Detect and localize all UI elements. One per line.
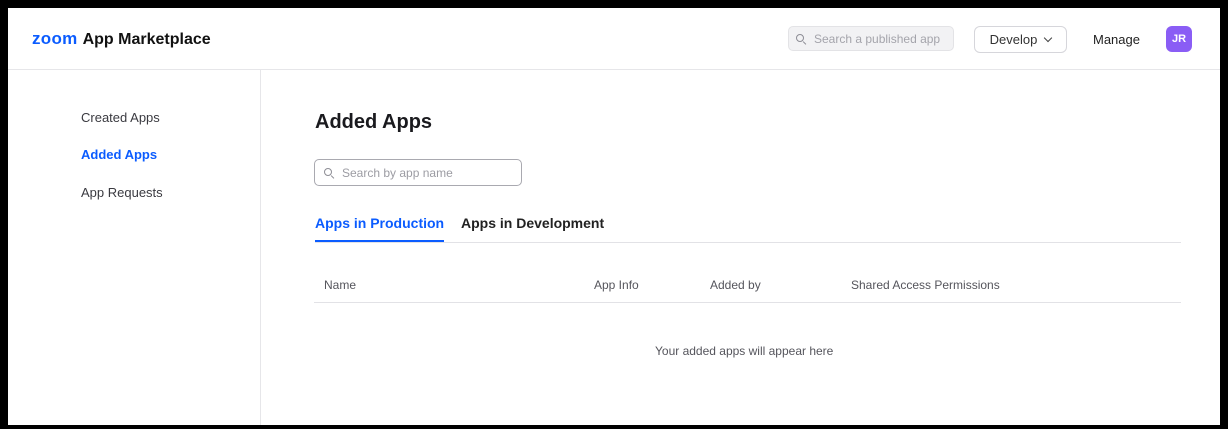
column-header-app-info: App Info (594, 278, 639, 292)
page-title: Added Apps (315, 111, 433, 133)
top-navigation-bar: zoom App Marketplace Develop Manage JR (8, 8, 1220, 70)
published-app-search-input[interactable] (812, 30, 953, 47)
app-name-search-input[interactable] (340, 164, 521, 181)
empty-state-message: Your added apps will appear here (655, 344, 834, 358)
app-window: zoom App Marketplace Develop Manage JR C… (8, 8, 1220, 425)
sidebar-item-app-requests[interactable]: App Requests (81, 185, 163, 200)
main-content: Added Apps Apps in Production Apps in De… (261, 70, 1220, 425)
avatar[interactable]: JR (1166, 26, 1192, 52)
search-icon (324, 167, 334, 178)
develop-button-label: Develop (989, 32, 1038, 47)
sidebar-item-added-apps[interactable]: Added Apps (81, 147, 157, 162)
table-header: Name App Info Added by Shared Access Per… (314, 266, 1181, 303)
manage-link[interactable]: Manage (1093, 32, 1140, 47)
column-header-name: Name (324, 278, 357, 292)
zoom-logo: zoom (32, 29, 78, 48)
sidebar-item-created-apps[interactable]: Created Apps (81, 110, 160, 125)
develop-dropdown-button[interactable]: Develop (974, 26, 1067, 53)
app-name-search[interactable] (314, 159, 522, 186)
app-tabs: Apps in Production Apps in Development (315, 215, 1181, 243)
published-app-search[interactable] (788, 26, 954, 51)
app-marketplace-title: App Marketplace (82, 31, 211, 48)
tab-apps-in-production[interactable]: Apps in Production (315, 215, 445, 242)
search-icon (796, 33, 806, 44)
tab-apps-in-development[interactable]: Apps in Development (461, 215, 604, 242)
column-header-shared-access-permissions: Shared Access Permissions (851, 278, 1000, 292)
brand[interactable]: zoom App Marketplace (32, 29, 211, 49)
column-header-added-by: Added by (710, 278, 761, 292)
chevron-down-icon (1044, 33, 1053, 43)
sidebar: Created Apps Added Apps App Requests (8, 70, 261, 425)
